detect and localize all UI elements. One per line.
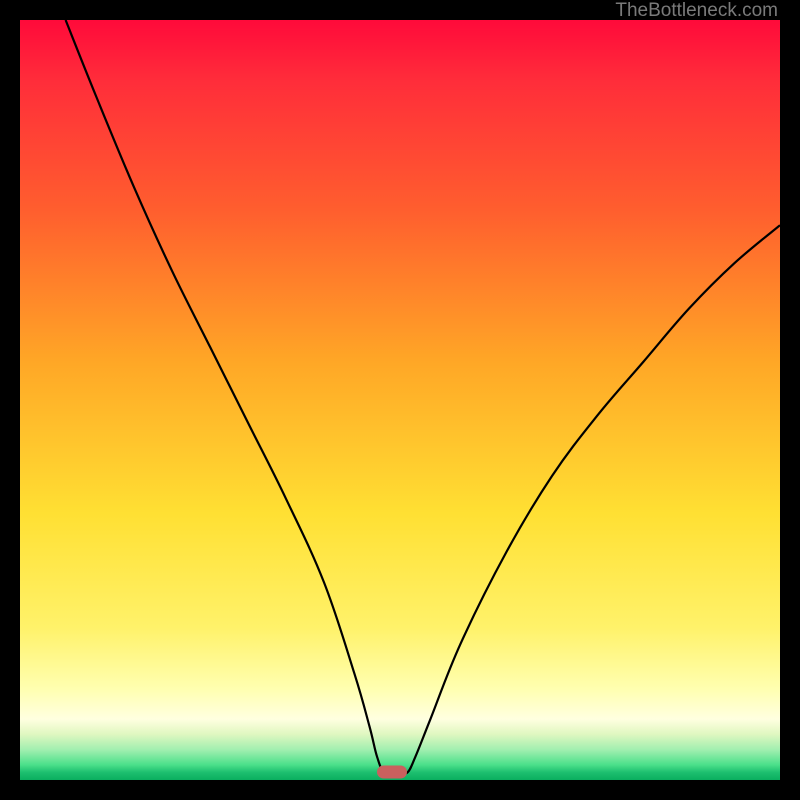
chart-area <box>20 20 780 780</box>
bottleneck-curve <box>20 20 780 780</box>
optimal-point-marker <box>377 766 407 779</box>
outer-frame: TheBottleneck.com <box>0 0 800 800</box>
watermark-text: TheBottleneck.com <box>615 0 778 22</box>
curve-path <box>66 20 780 774</box>
